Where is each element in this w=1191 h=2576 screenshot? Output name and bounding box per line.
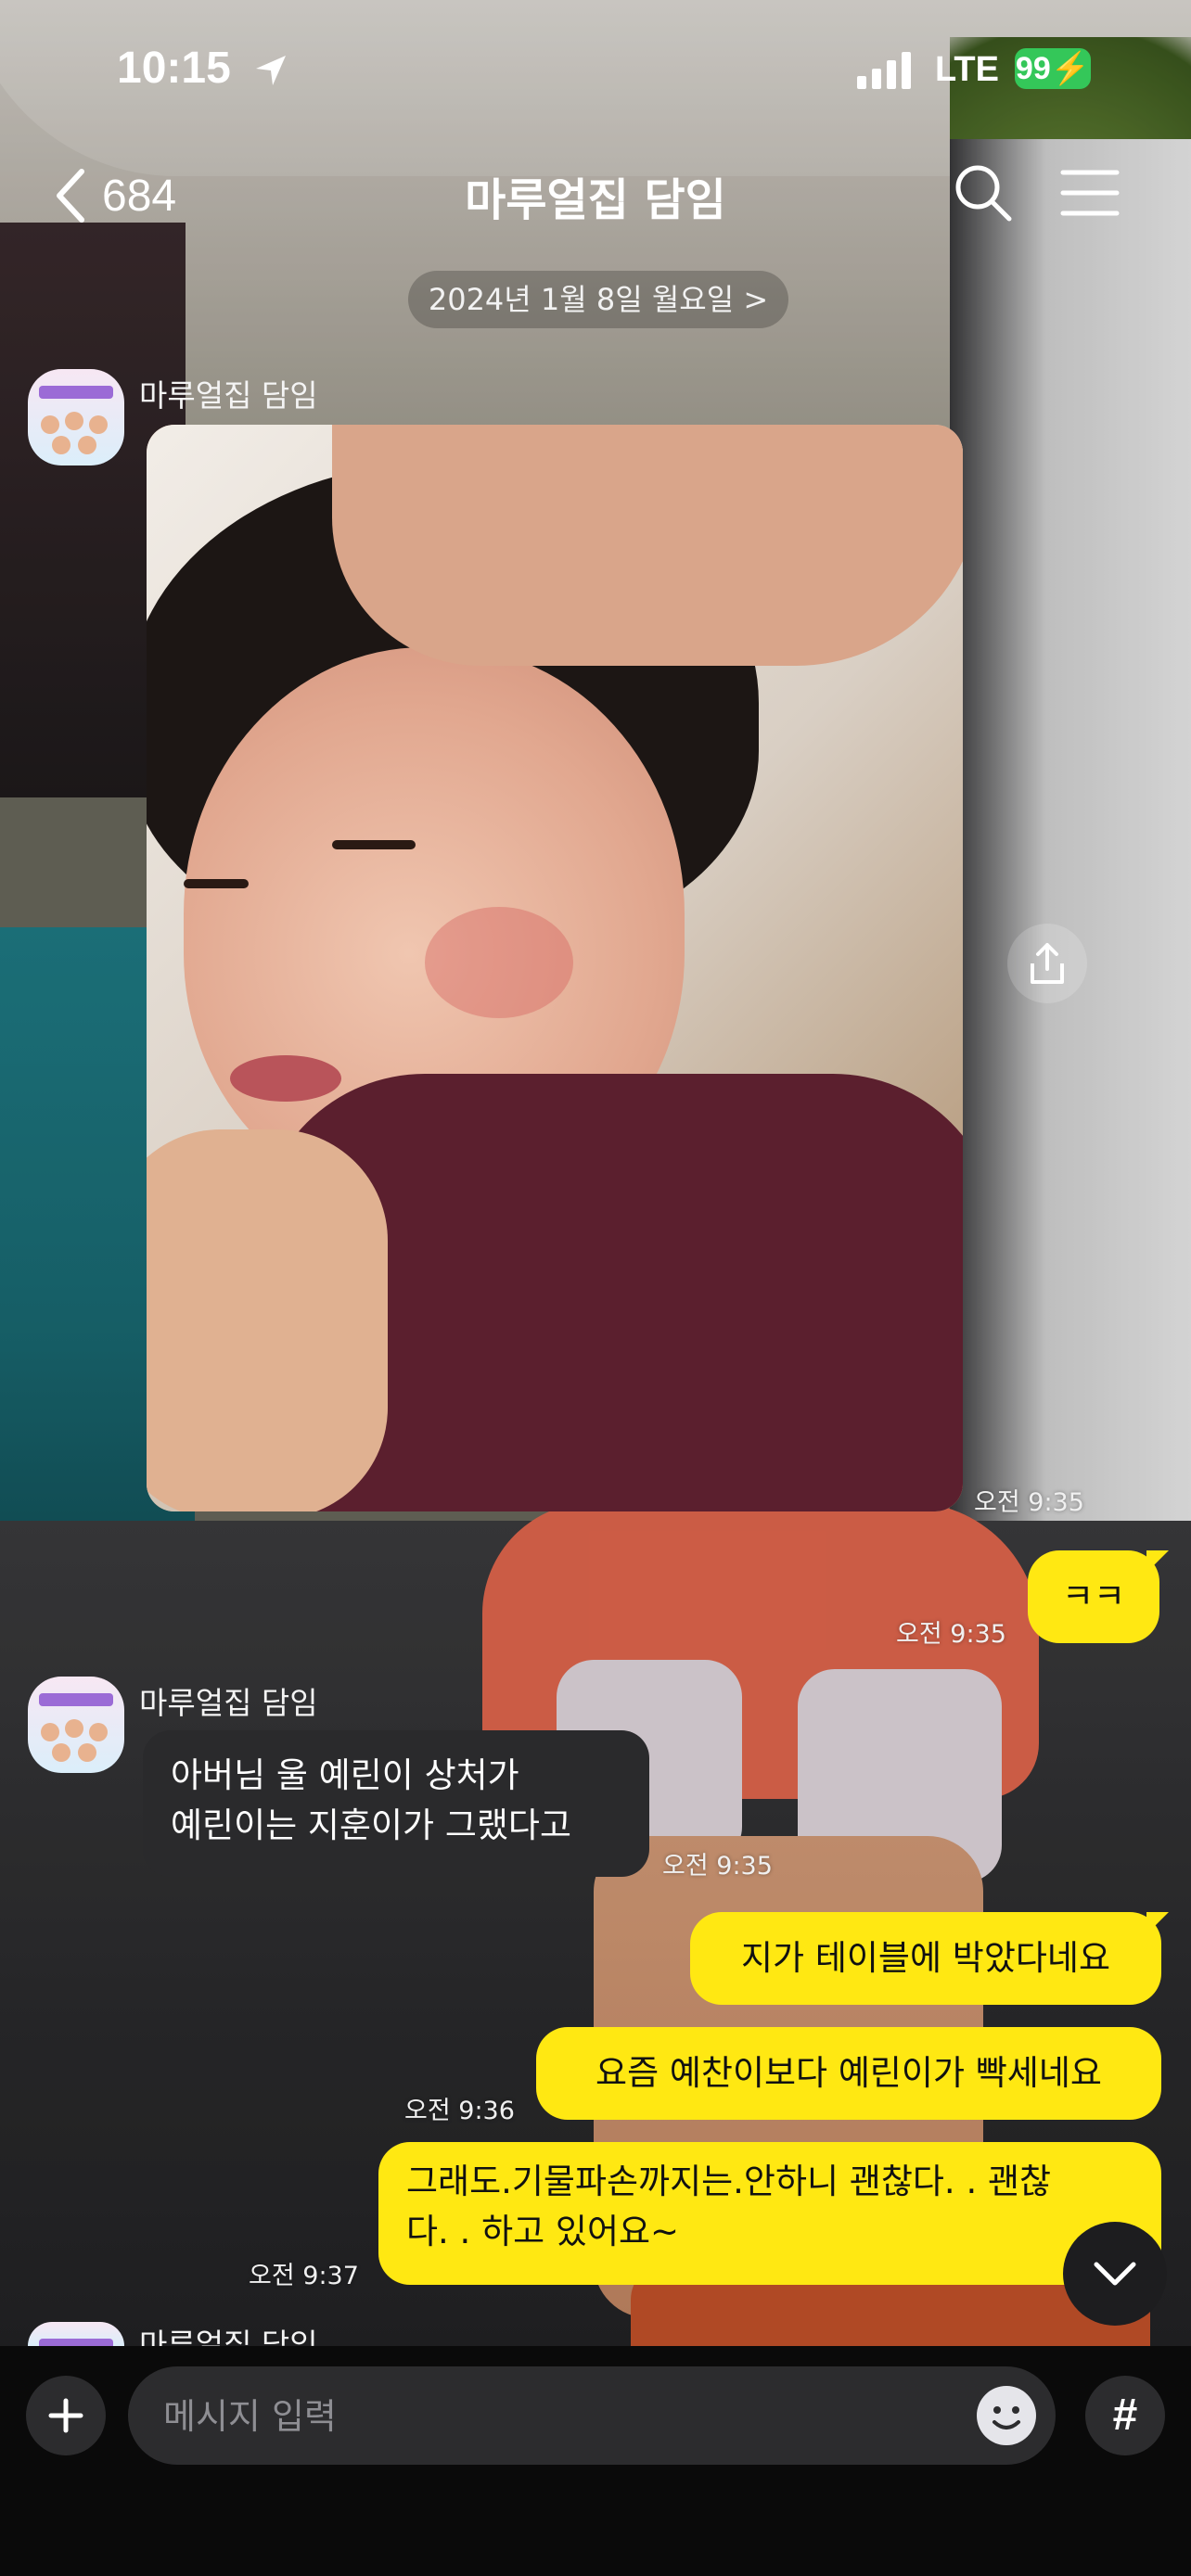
message-line: 다. . 하고 있어요~ [406, 2212, 680, 2251]
emoji-icon[interactable] [972, 2381, 1041, 2450]
scroll-to-bottom-button[interactable] [1063, 2222, 1167, 2326]
plus-icon [48, 2398, 83, 2433]
avatar[interactable] [28, 369, 124, 465]
message-line: 예린이는 지훈이가 그랬다고 [171, 1805, 572, 1845]
avatar[interactable] [28, 2322, 124, 2346]
share-button[interactable] [1007, 924, 1087, 1003]
outgoing-message[interactable]: ㅋㅋ [1028, 1550, 1159, 1643]
share-icon [1031, 943, 1064, 984]
message-field [128, 2366, 1056, 2467]
avatar[interactable] [28, 1677, 124, 1773]
menu-icon[interactable] [1057, 163, 1122, 223]
message-time: 오전 9:35 [896, 1620, 1006, 1649]
message-text: 지가 테이블에 박았다네요 [741, 1938, 1110, 1978]
signal-bars-icon [857, 52, 911, 89]
status-bar: 10:15 LTE 99⚡ [0, 0, 1191, 139]
outgoing-message[interactable]: 그래도.기물파손까지는.안하니 괜찮다. . 괜찮 다. . 하고 있어요~ [378, 2142, 1161, 2285]
message-line: 그래도.기물파손까지는.안하니 괜찮다. . 괜찮 [406, 2162, 1052, 2201]
photo-message[interactable] [147, 425, 963, 1511]
status-time: 10:15 [117, 44, 231, 93]
chat-header: 684 마루얼집 담임 [0, 139, 1191, 250]
attach-button[interactable] [26, 2376, 106, 2455]
outgoing-message[interactable]: 요즘 예찬이보다 예린이가 빡세네요 [536, 2027, 1161, 2120]
charging-bolt-icon: ⚡ [1050, 51, 1091, 86]
battery-level: 99 [1015, 51, 1051, 86]
network-type: LTE [935, 50, 999, 89]
battery-indicator: 99⚡ [1015, 48, 1091, 89]
hashtag-button[interactable]: # [1085, 2376, 1165, 2455]
incoming-message[interactable]: 아버님 울 예린이 상처가 예린이는 지훈이가 그랬다고 [143, 1730, 649, 1877]
date-separator[interactable]: 2024년 1월 8일 월요일 > [408, 271, 788, 328]
chevron-down-icon [1094, 2262, 1136, 2286]
message-input-bar: # [0, 2346, 1191, 2576]
message-line: 아버님 울 예린이 상처가 [171, 1755, 519, 1795]
sender-name: 마루얼집 담임 [139, 377, 318, 414]
message-time: 오전 9:35 [662, 1852, 773, 1881]
message-time: 오전 9:37 [249, 2262, 359, 2290]
sender-name: 마루얼집 담임 [139, 2327, 318, 2346]
message-text: 요즘 예찬이보다 예린이가 빡세네요 [596, 2053, 1102, 2093]
message-time: 오전 9:36 [404, 2097, 515, 2125]
message-input[interactable] [161, 2366, 963, 2467]
message-time: 오전 9:35 [974, 1488, 1084, 1517]
sender-name: 마루얼집 담임 [139, 1685, 318, 1721]
search-icon[interactable] [950, 159, 1015, 224]
message-text: ㅋㅋ [1061, 1576, 1126, 1616]
location-arrow-icon [256, 56, 286, 85]
outgoing-message[interactable]: 지가 테이블에 박았다네요 [690, 1912, 1161, 2005]
